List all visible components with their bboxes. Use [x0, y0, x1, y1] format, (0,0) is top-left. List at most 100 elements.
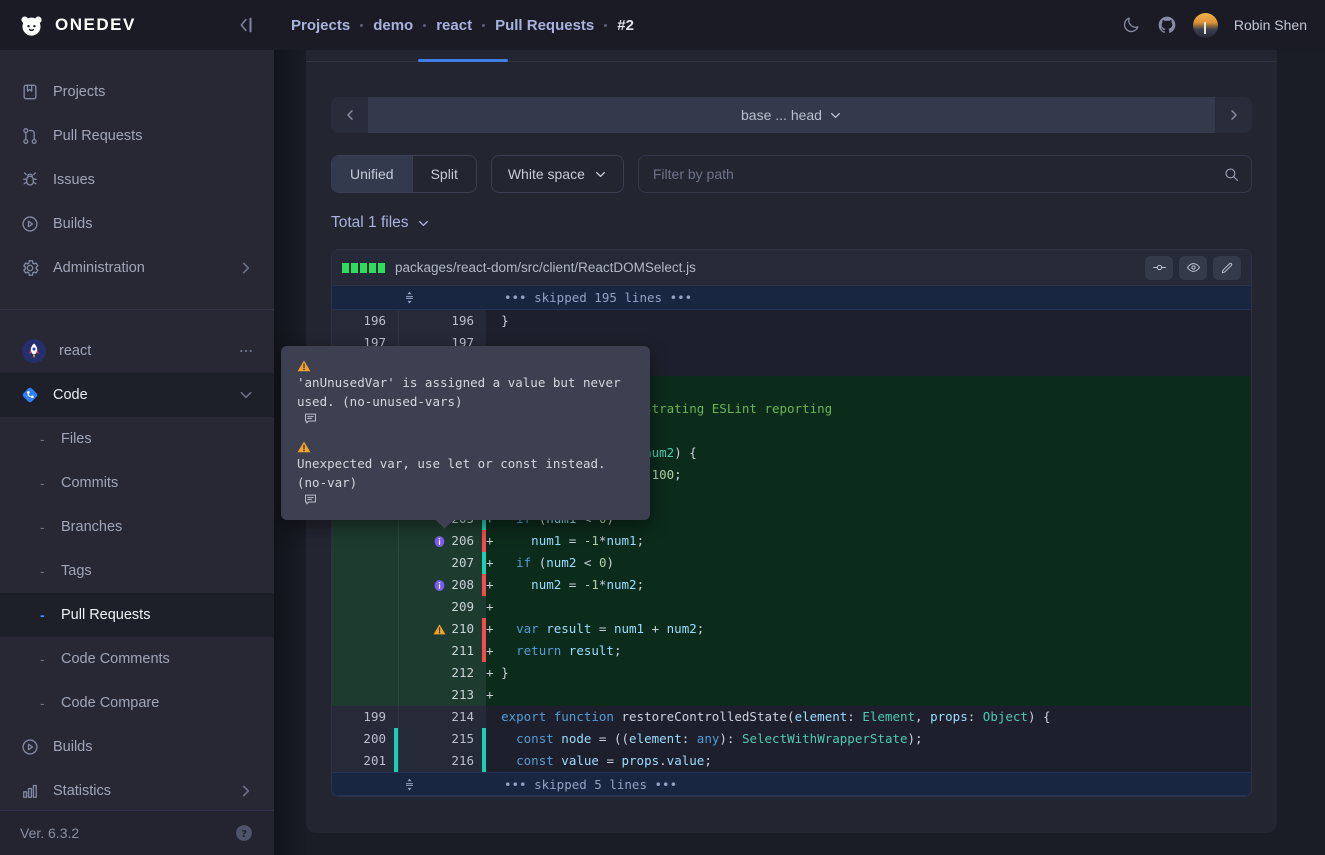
change-block	[342, 263, 349, 273]
range-next-button[interactable]	[1215, 97, 1252, 133]
bug-icon	[20, 170, 40, 190]
code-token: :	[847, 709, 862, 724]
sidebar-item-pull-requests[interactable]: Pull Requests	[0, 114, 274, 158]
split-view-button[interactable]: Split	[412, 156, 476, 192]
sidebar-item-branches[interactable]: -Branches	[0, 505, 274, 549]
expand-lines-icon[interactable]	[402, 289, 417, 306]
sidebar-item-issues[interactable]: Issues	[0, 158, 274, 202]
sidebar-item-projects[interactable]: Projects	[0, 70, 274, 114]
old-line-number[interactable]	[332, 684, 394, 706]
new-line-number[interactable]: 206	[398, 530, 482, 552]
breadcrumb-item[interactable]: demo	[373, 17, 413, 34]
breadcrumb-item[interactable]: Projects	[291, 17, 350, 34]
new-line-number[interactable]: 207	[398, 552, 482, 574]
sidebar-project-react[interactable]: react	[0, 329, 274, 373]
code-token: (	[531, 555, 546, 570]
search-button[interactable]	[1211, 156, 1251, 192]
old-line-number[interactable]	[332, 574, 394, 596]
sidebar-item-code-comments[interactable]: -Code Comments	[0, 637, 274, 681]
avatar[interactable]	[1193, 13, 1218, 38]
sidebar-item-tags[interactable]: -Tags	[0, 549, 274, 593]
old-line-number[interactable]	[332, 596, 394, 618]
old-line-number[interactable]: 199	[332, 706, 394, 728]
code-token: ) {	[1028, 709, 1051, 724]
view-commit-button[interactable]	[1145, 256, 1173, 280]
old-line-number[interactable]	[332, 640, 394, 662]
old-line-number[interactable]: 196	[332, 310, 394, 332]
sidebar-item-files[interactable]: -Files	[0, 417, 274, 461]
commit-range-bar: base ... head	[331, 97, 1252, 133]
old-line-number[interactable]: 200	[332, 728, 394, 750]
sub-item-dash-icon: -	[40, 475, 48, 491]
dark-mode-moon-icon[interactable]	[1121, 15, 1141, 35]
add-comment-icon[interactable]	[297, 492, 634, 507]
new-line-number[interactable]: 210	[398, 618, 482, 640]
edit-file-button[interactable]	[1213, 256, 1241, 280]
code-token: Element	[862, 709, 915, 724]
info-icon[interactable]	[433, 579, 446, 592]
code-token	[501, 555, 516, 570]
sidebar-collapse-icon[interactable]	[234, 14, 256, 36]
new-line-number[interactable]: 209	[398, 596, 482, 618]
line-number-text: 212	[451, 662, 474, 684]
breadcrumb-item[interactable]: Pull Requests	[495, 17, 594, 34]
code-token: num2	[667, 621, 697, 636]
tab-file-changes[interactable]: File Changes	[418, 50, 507, 61]
code-line: + num1 = -1*num1;	[486, 530, 1251, 552]
sidebar-item-code-compare[interactable]: -Code Compare	[0, 681, 274, 725]
new-line-number[interactable]: 196	[398, 310, 482, 332]
diff-marker: +	[486, 599, 501, 614]
sidebar-item-builds[interactable]: Builds	[0, 725, 274, 769]
sidebar-item-administration[interactable]: Administration	[0, 246, 274, 290]
code-token: num2	[606, 577, 636, 592]
sidebar-item-commits[interactable]: -Commits	[0, 461, 274, 505]
help-icon[interactable]: ?	[234, 823, 254, 843]
old-line-number[interactable]: 201	[332, 750, 394, 772]
sidebar-item-statistics[interactable]: Statistics	[0, 769, 274, 813]
user-name[interactable]: Robin Shen	[1234, 17, 1307, 33]
whitespace-dropdown[interactable]: White space	[491, 155, 624, 193]
sidebar-item-builds[interactable]: Builds	[0, 202, 274, 246]
old-line-number[interactable]	[332, 530, 394, 552]
new-line-number[interactable]: 211	[398, 640, 482, 662]
gear-icon	[20, 258, 40, 278]
diff-marker: +	[486, 687, 501, 702]
new-line-number[interactable]: 216	[398, 750, 482, 772]
tab-activities[interactable]: Activities	[331, 50, 392, 61]
info-icon[interactable]	[433, 535, 446, 548]
old-line-number[interactable]	[332, 552, 394, 574]
chevron-right-icon	[1227, 108, 1241, 122]
new-line-number[interactable]: 215	[398, 728, 482, 750]
new-line-number[interactable]: 213	[398, 684, 482, 706]
diff-marker: +	[486, 665, 501, 680]
code-token: = ((	[591, 731, 629, 746]
old-line-number[interactable]	[332, 618, 394, 640]
sidebar-item-pull-requests[interactable]: -Pull Requests	[0, 593, 274, 637]
project-menu-ellipsis-icon[interactable]	[238, 343, 254, 359]
tab-code-comments[interactable]: Code Comments	[534, 50, 647, 61]
new-line-number[interactable]: 214	[398, 706, 482, 728]
path-filter-input[interactable]	[639, 166, 1211, 182]
brand: ONEDEV	[0, 12, 274, 39]
code-token: .	[659, 753, 667, 768]
github-icon[interactable]	[1157, 15, 1177, 35]
new-line-number[interactable]: 212	[398, 662, 482, 684]
diff-marker: +	[486, 555, 501, 570]
range-prev-button[interactable]	[331, 97, 368, 133]
new-line-number[interactable]: 208	[398, 574, 482, 596]
total-files-toggle[interactable]: Total 1 files	[331, 214, 1252, 232]
view-file-button[interactable]	[1179, 256, 1207, 280]
file-diff-card: packages/react-dom/src/client/ReactDOMSe…	[331, 249, 1252, 797]
range-selector[interactable]: base ... head	[368, 97, 1215, 133]
code-token: element	[629, 731, 682, 746]
eslint-problem-text: 'anUnusedVar' is assigned a value but ne…	[297, 375, 621, 409]
add-comment-icon[interactable]	[297, 411, 634, 426]
code-token: =	[591, 621, 614, 636]
breadcrumb-separator	[604, 24, 607, 27]
sidebar-item-code[interactable]: Code	[0, 373, 274, 417]
unified-view-button[interactable]: Unified	[332, 156, 412, 192]
breadcrumb-item[interactable]: react	[436, 17, 472, 34]
expand-lines-icon[interactable]	[402, 776, 417, 793]
old-line-number[interactable]	[332, 662, 394, 684]
warning-icon[interactable]	[433, 623, 446, 636]
